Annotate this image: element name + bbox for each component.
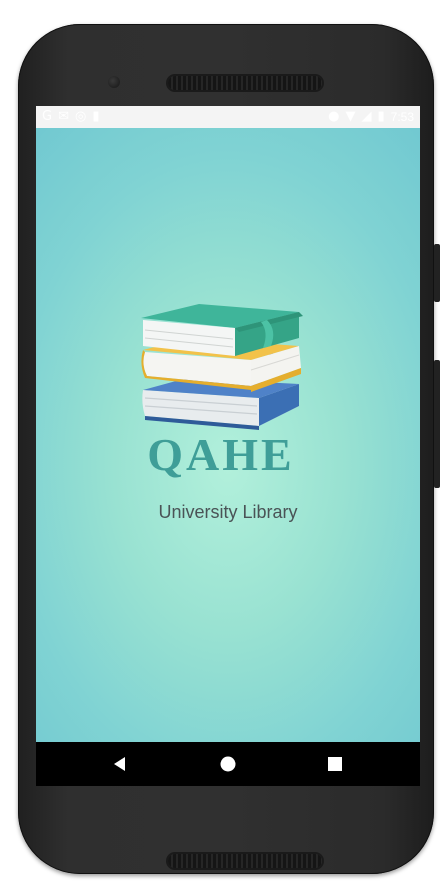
navigation-bar (36, 742, 420, 786)
back-icon (114, 757, 125, 771)
front-camera (108, 76, 120, 88)
device-screen: G ✉ ◎ ▮ ● ▼ ◢ ▮ 7:53 QAHE University Lib… (36, 106, 420, 786)
google-icon: G (42, 109, 53, 124)
top-speaker (168, 76, 322, 90)
circle-notification-icon: ◎ (74, 109, 87, 124)
battery-icon: ▮ (377, 109, 385, 124)
sd-card-icon: ▮ (92, 109, 100, 124)
wifi-icon: ▼ (345, 109, 356, 124)
volume-button[interactable] (434, 360, 440, 488)
home-button[interactable] (198, 742, 258, 786)
back-button[interactable] (89, 742, 149, 786)
bottom-speaker (168, 854, 322, 868)
library-logo: QAHE (141, 304, 303, 480)
app-subtitle: University Library (158, 502, 298, 522)
splash-screen: QAHE University Library (36, 128, 420, 742)
status-time: 7:53 (390, 110, 414, 124)
home-icon (220, 756, 236, 772)
recents-icon (328, 757, 342, 771)
recents-button[interactable] (305, 742, 365, 786)
signal-icon: ◢ (361, 109, 372, 124)
logo-text: QAHE (147, 429, 294, 480)
mail-icon: ✉ (58, 109, 69, 124)
status-bar: G ✉ ◎ ▮ ● ▼ ◢ ▮ 7:53 (36, 106, 420, 128)
power-button[interactable] (434, 244, 440, 302)
location-icon: ● (328, 109, 340, 124)
